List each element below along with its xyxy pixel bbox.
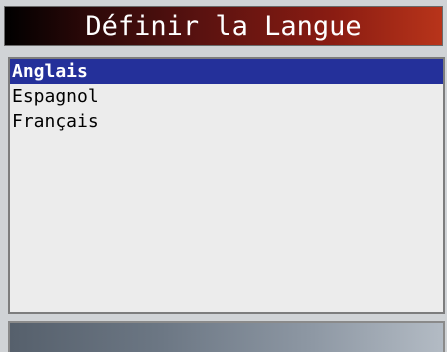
- list-item-espagnol[interactable]: Espagnol: [10, 84, 443, 109]
- list-item-francais[interactable]: Français: [10, 109, 443, 134]
- bottom-status-bar: [8, 321, 445, 352]
- page-title: Définir la Langue: [85, 10, 362, 42]
- list-item-label: Anglais: [12, 61, 88, 82]
- list-item-label: Français: [12, 111, 99, 132]
- language-list: Anglais Espagnol Français: [8, 57, 445, 314]
- list-item-anglais[interactable]: Anglais: [10, 59, 443, 84]
- title-bar: Définir la Langue: [4, 6, 443, 46]
- language-screen: Définir la Langue Anglais Espagnol Franç…: [0, 0, 447, 352]
- list-item-label: Espagnol: [12, 86, 99, 107]
